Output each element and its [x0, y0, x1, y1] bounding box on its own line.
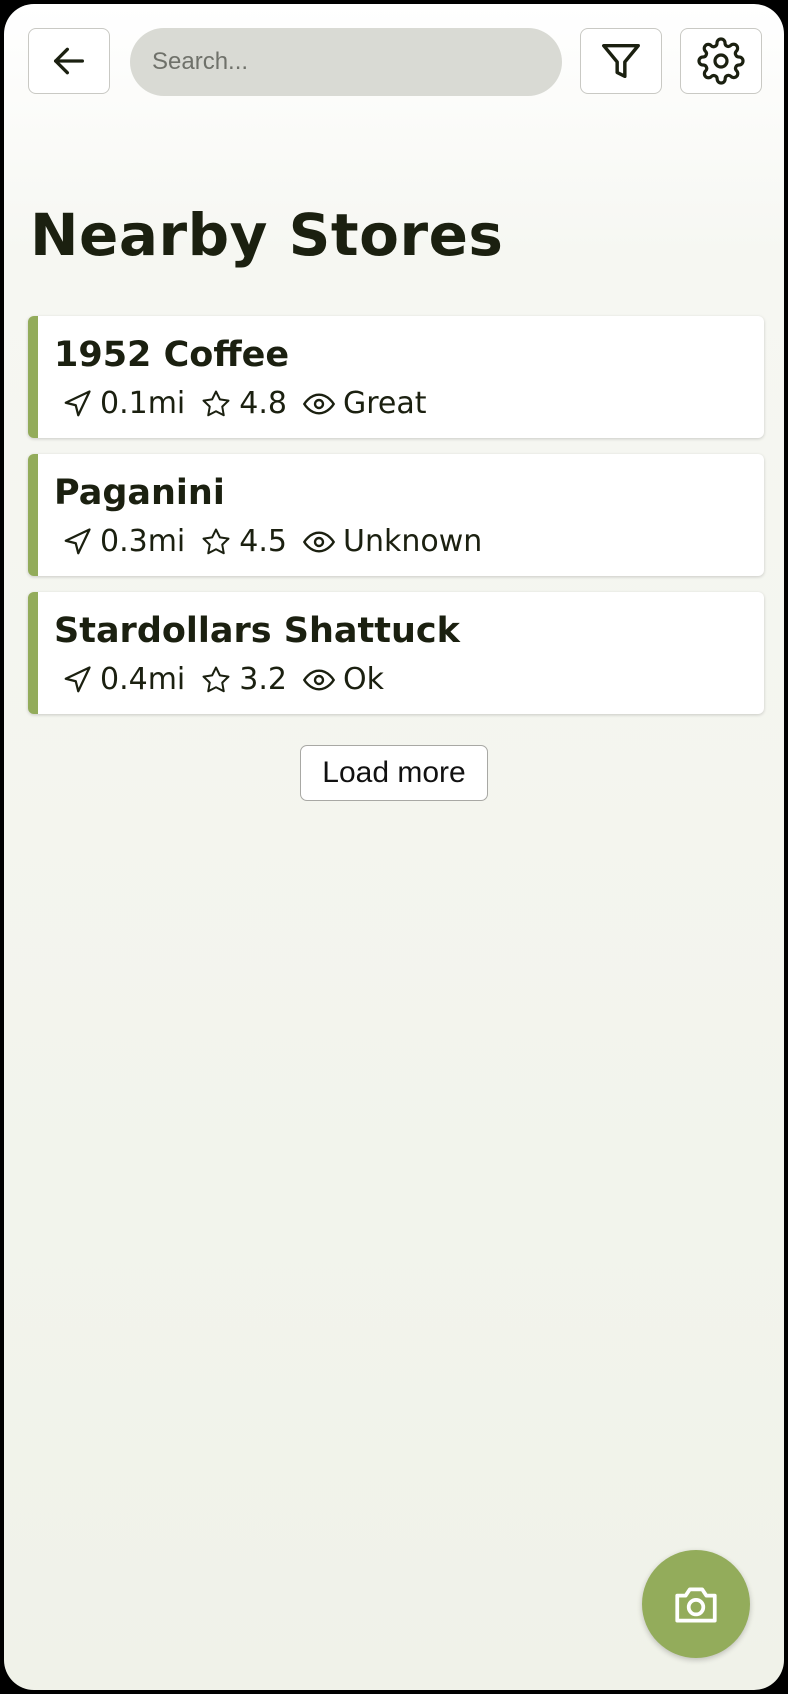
- visibility-value: Unknown: [343, 524, 483, 559]
- arrow-left-icon: [54, 47, 85, 75]
- filter-icon: [602, 43, 640, 79]
- eye-icon: [303, 531, 335, 553]
- navigation-arrow-icon: [64, 390, 91, 417]
- store-visibility: Unknown: [303, 522, 482, 562]
- store-meta: 0.3mi 4.5 Unknown: [62, 522, 498, 562]
- store-card[interactable]: 1952 Coffee 0.1mi 4.8 Great: [28, 316, 764, 438]
- distance-value: 0.1mi: [100, 386, 186, 421]
- store-name: Paganini: [54, 473, 225, 513]
- store-rating: 4.5: [201, 522, 287, 562]
- camera-icon: [675, 1587, 717, 1623]
- store-distance: 0.1mi: [62, 384, 185, 424]
- filter-button[interactable]: [580, 28, 662, 94]
- star-icon: [202, 666, 230, 693]
- search-input[interactable]: [130, 28, 562, 96]
- store-rating: 4.8: [201, 384, 287, 424]
- store-meta: 0.1mi 4.8 Great: [62, 384, 443, 424]
- store-meta: 0.4mi 3.2 Ok: [62, 660, 400, 700]
- load-more-button[interactable]: Load more: [300, 745, 488, 801]
- camera-button[interactable]: [642, 1550, 750, 1658]
- gear-icon: [697, 37, 745, 85]
- store-card[interactable]: Stardollars Shattuck 0.4mi 3.2 Ok: [28, 592, 764, 714]
- rating-value: 4.8: [239, 386, 287, 421]
- navigation-arrow-icon: [64, 666, 91, 693]
- store-name: 1952 Coffee: [54, 335, 290, 375]
- distance-value: 0.4mi: [100, 662, 186, 697]
- top-bar: [28, 28, 764, 96]
- rating-value: 4.5: [239, 524, 287, 559]
- store-rating: 3.2: [201, 660, 287, 700]
- visibility-value: Great: [343, 386, 427, 421]
- store-distance: 0.3mi: [62, 522, 185, 562]
- store-list: 1952 Coffee 0.1mi 4.8 Great Paganini 0.3…: [28, 316, 764, 730]
- star-icon: [202, 390, 230, 417]
- store-name: Stardollars Shattuck: [54, 611, 460, 651]
- page-title: Nearby Stores: [30, 201, 504, 269]
- store-visibility: Great: [303, 384, 427, 424]
- store-visibility: Ok: [303, 660, 384, 700]
- navigation-arrow-icon: [64, 528, 91, 555]
- eye-icon: [303, 669, 335, 691]
- settings-button[interactable]: [680, 28, 762, 94]
- rating-value: 3.2: [239, 662, 287, 697]
- back-button[interactable]: [28, 28, 110, 94]
- visibility-value: Ok: [343, 662, 384, 697]
- eye-icon: [303, 393, 335, 415]
- store-card[interactable]: Paganini 0.3mi 4.5 Unknown: [28, 454, 764, 576]
- distance-value: 0.3mi: [100, 524, 186, 559]
- star-icon: [202, 528, 230, 555]
- app-screen: Nearby Stores 1952 Coffee 0.1mi 4.8 Grea…: [4, 4, 784, 1690]
- store-distance: 0.4mi: [62, 660, 185, 700]
